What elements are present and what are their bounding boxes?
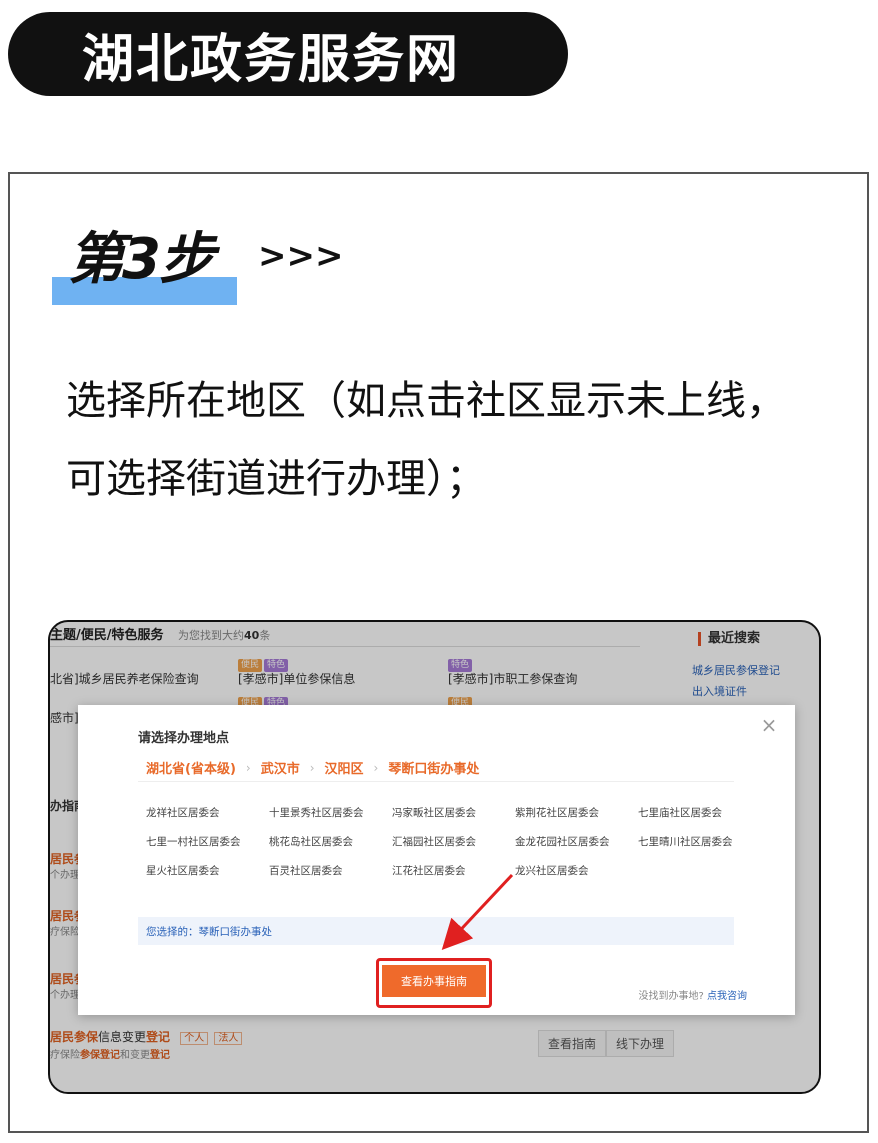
breadcrumb-province[interactable]: 湖北省(省本级) [146,758,236,777]
step-arrows: >>> [258,236,344,276]
step-instruction: 选择所在地区（如点击社区显示未上线，可选择街道进行办理）； [66,378,786,502]
chevron-right-icon: › [309,760,315,775]
community-option[interactable]: 金龙花园社区居委会 [515,834,638,849]
community-option[interactable]: 紫荆花社区居委会 [515,805,638,820]
community-option[interactable]: 百灵社区居委会 [269,863,392,878]
community-option[interactable]: 龙祥社区居委会 [146,805,269,820]
step-title: 第3步 [68,227,215,292]
embedded-screenshot: 主题/便民/特色服务 为您找到大约40条 北省]城乡居民养老保险查询 便民 特色 … [48,620,821,1094]
close-icon[interactable]: × [759,715,779,735]
community-option[interactable]: 星火社区居委会 [146,863,269,878]
community-option[interactable]: 冯家畈社区居委会 [392,805,515,820]
community-option[interactable]: 七里一村社区居委会 [146,834,269,849]
region-breadcrumb: 湖北省(省本级) › 武汉市 › 汉阳区 › 琴断口街办事处 [146,758,479,778]
chevron-right-icon: › [373,760,379,775]
location-picker-dialog: 请选择办理地点 × 湖北省(省本级) › 武汉市 › 汉阳区 › 琴断口街办事处… [78,705,795,1015]
community-grid: 龙祥社区居委会 十里景秀社区居委会 冯家畈社区居委会 紫荆花社区居委会 七里庙社… [146,805,766,878]
breadcrumb-divider [138,781,734,782]
community-option[interactable]: 桃花岛社区居委会 [269,834,392,849]
community-option[interactable]: 七里庙社区居委会 [638,805,761,820]
chevron-right-icon: › [245,760,251,775]
breadcrumb-street[interactable]: 琴断口街办事处 [388,758,479,777]
selected-location-bar: 您选择的：琴断口街办事处 [138,917,734,945]
view-guide-button[interactable]: 查看办事指南 [382,965,486,997]
consult-link[interactable]: 点我咨询 [707,991,747,1002]
breadcrumb-district[interactable]: 汉阳区 [325,758,364,777]
community-option[interactable]: 七里晴川社区居委会 [638,834,761,849]
community-option[interactable]: 江花社区居委会 [392,863,515,878]
dialog-title: 请选择办理地点 [138,731,230,746]
community-option[interactable]: 龙兴社区居委会 [515,863,638,878]
help-text: 没找到办事地? 点我咨询 [639,987,748,1002]
page-header-title: 湖北政务服务网 [8,12,568,96]
community-option[interactable]: 汇福园社区居委会 [392,834,515,849]
help-prefix: 没找到办事地? [638,991,704,1002]
breadcrumb-city[interactable]: 武汉市 [261,758,300,777]
community-option[interactable]: 十里景秀社区居委会 [269,805,392,820]
